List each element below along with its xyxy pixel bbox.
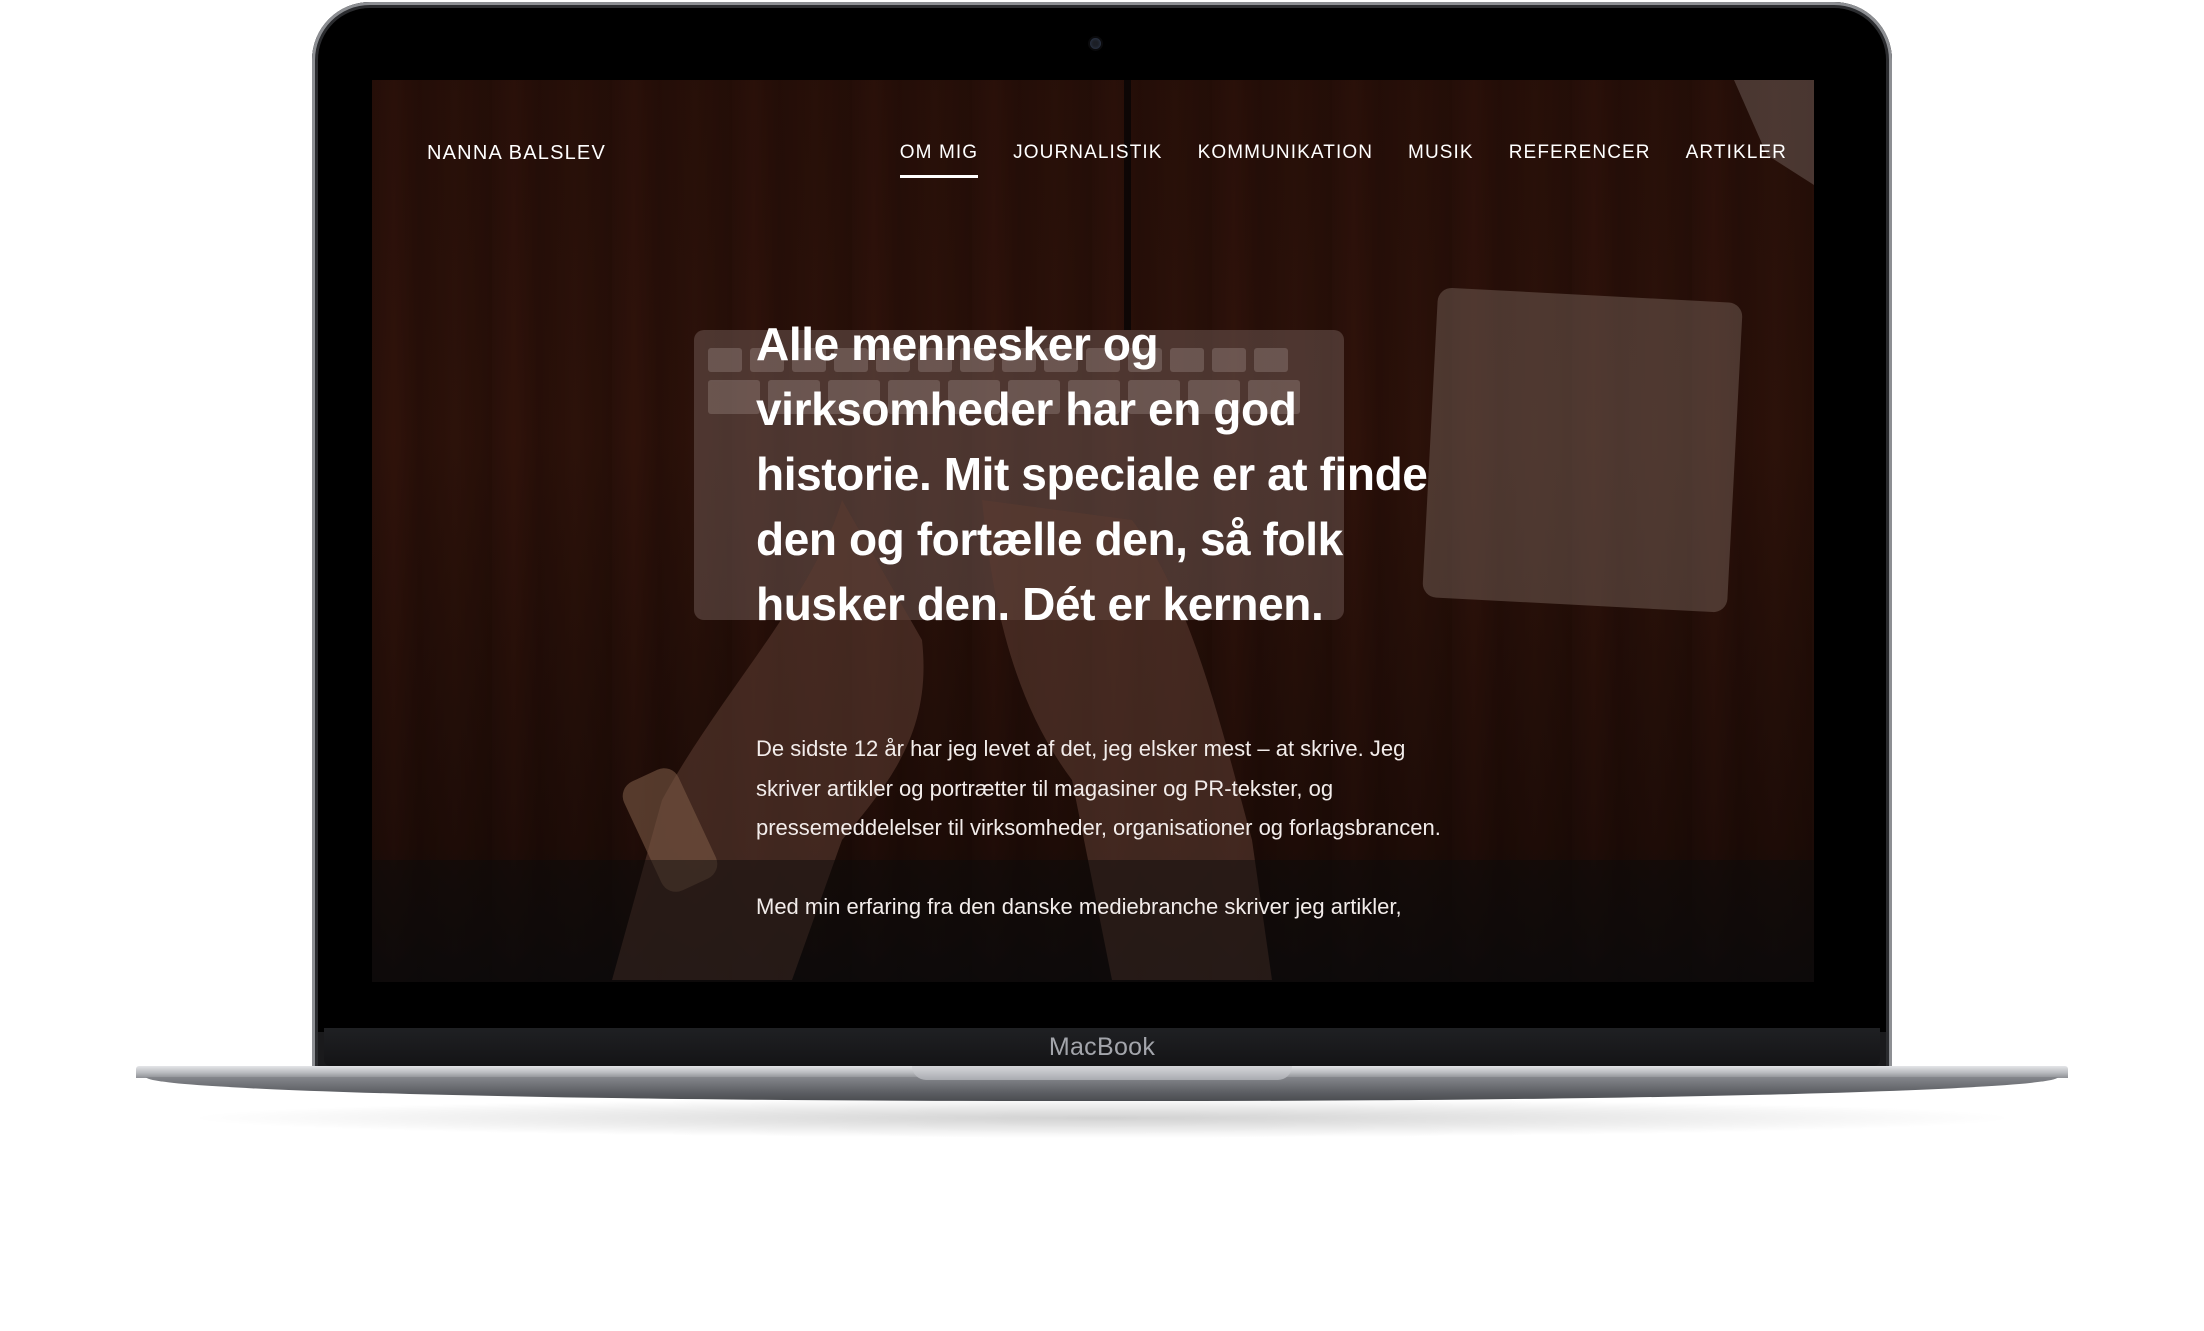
menu-item-referencer[interactable]: REFERENCER bbox=[1509, 142, 1651, 178]
website-screen: NANNA BALSLEV OM MIG JOURNALISTIK KOMMUN… bbox=[372, 80, 1814, 982]
menu-item-om-mig[interactable]: OM MIG bbox=[899, 142, 979, 178]
laptop-notch bbox=[912, 1066, 1292, 1080]
menu-item-artikler[interactable]: ARTIKLER bbox=[1686, 142, 1787, 178]
menu-item-musik[interactable]: MUSIK bbox=[1408, 142, 1474, 178]
menu-item-journalistik[interactable]: JOURNALISTIK bbox=[1013, 142, 1162, 178]
main-menu: OM MIG JOURNALISTIK KOMMUNIKATION MUSIK … bbox=[899, 142, 1787, 178]
camera-icon bbox=[1090, 38, 1101, 49]
intro-paragraph: De sidste 12 år har jeg levet af det, je… bbox=[756, 736, 1441, 840]
menu-item-kommunikation[interactable]: KOMMUNIKATION bbox=[1198, 142, 1373, 178]
mockup-stage: NANNA BALSLEV OM MIG JOURNALISTIK KOMMUN… bbox=[0, 0, 2204, 1331]
hero-headline: Alle mennesker og virksomheder har en go… bbox=[756, 318, 1428, 630]
second-paragraph: Med min erfaring fra den danske mediebra… bbox=[756, 893, 1402, 919]
hero-content: Alle mennesker og virksomheder har en go… bbox=[756, 312, 1456, 926]
device-brand-label: MacBook bbox=[1048, 1033, 1156, 1061]
laptop-shadow bbox=[180, 1098, 2024, 1138]
site-title-link[interactable]: NANNA BALSLEV bbox=[427, 142, 606, 165]
site-header: NANNA BALSLEV OM MIG JOURNALISTIK KOMMUN… bbox=[372, 80, 1814, 200]
